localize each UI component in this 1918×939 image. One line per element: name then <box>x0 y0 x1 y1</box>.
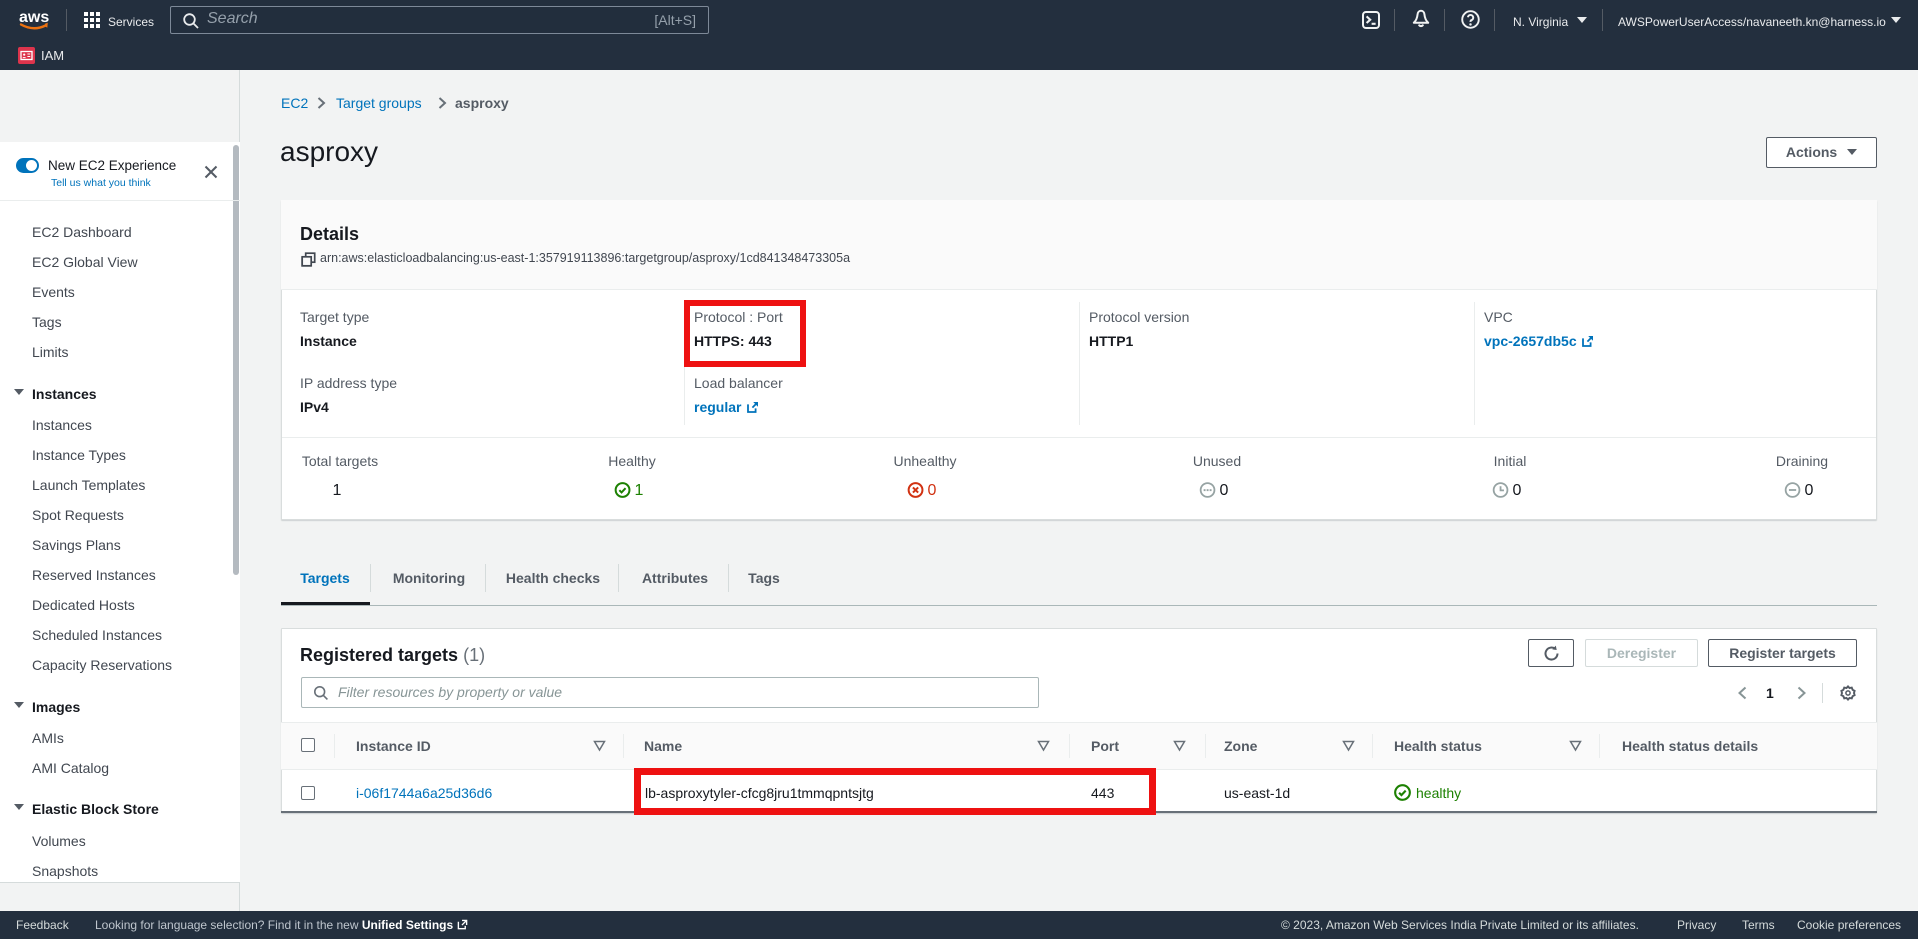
svg-text:aws: aws <box>19 9 49 26</box>
